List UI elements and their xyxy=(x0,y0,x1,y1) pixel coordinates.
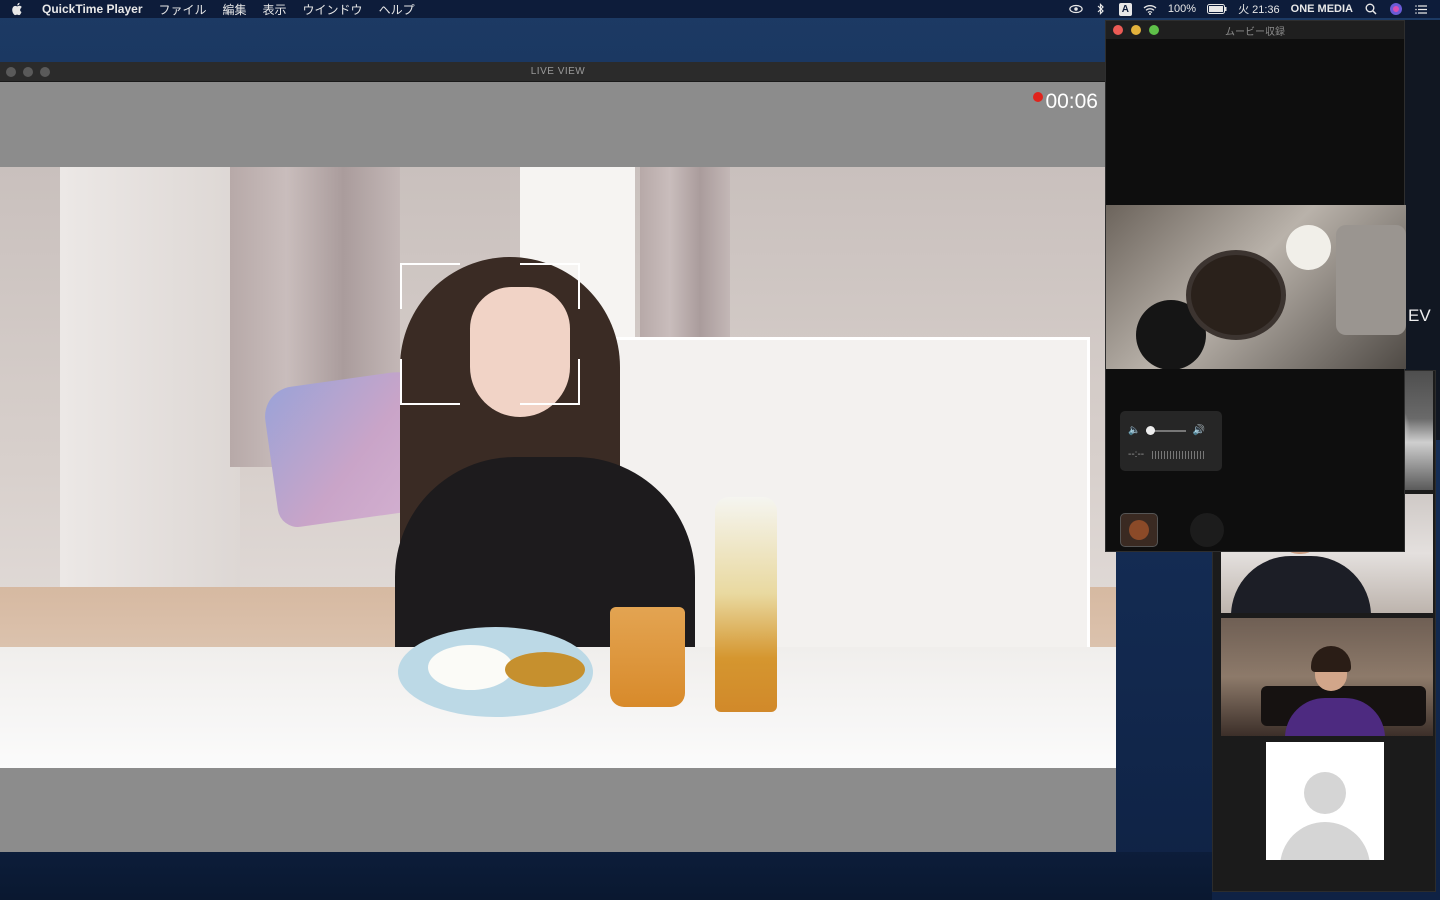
volume-low-icon: 🔈 xyxy=(1128,425,1141,436)
menu-edit[interactable]: 編集 xyxy=(223,1,247,18)
creative-cloud-icon[interactable] xyxy=(1069,2,1083,16)
status-area: A 100% 火 21:36 ONE MEDIA xyxy=(1069,0,1428,18)
apple-menu-icon[interactable] xyxy=(10,2,24,16)
video-wall xyxy=(60,167,240,587)
menu-window[interactable]: ウインドウ xyxy=(303,1,363,18)
input-method-icon[interactable]: A xyxy=(1118,2,1132,16)
wifi-icon[interactable] xyxy=(1143,2,1157,16)
ev-label: EV xyxy=(1408,306,1431,325)
video-glass xyxy=(610,607,685,707)
participant-tile[interactable] xyxy=(1221,618,1433,736)
siri-icon[interactable] xyxy=(1389,2,1403,16)
volume-high-icon: 🔊 xyxy=(1192,425,1205,436)
live-video-feed[interactable] xyxy=(0,167,1116,768)
video-rice xyxy=(428,645,513,690)
spotlight-search-icon[interactable] xyxy=(1364,2,1378,16)
movie-recording-window: ムービー収録 🔈 🔊 --:-- xyxy=(1105,20,1406,552)
participant-tile[interactable] xyxy=(1221,740,1433,860)
menu-help[interactable]: ヘルプ xyxy=(379,1,415,18)
menu-file[interactable]: ファイル xyxy=(159,1,207,18)
menu-view[interactable]: 表示 xyxy=(263,1,287,18)
menu-bar: QuickTime Player ファイル 編集 表示 ウインドウ ヘルプ A … xyxy=(0,0,1440,18)
face-focus-frame xyxy=(400,263,580,405)
movie-recording-title: ムービー収録 xyxy=(1225,26,1285,38)
bluetooth-icon[interactable] xyxy=(1094,2,1108,16)
recording-controls: 🔈 🔊 --:-- xyxy=(1120,411,1222,471)
record-button[interactable] xyxy=(1190,513,1224,547)
live-view-titlebar[interactable]: LIVE VIEW xyxy=(0,62,1116,82)
movie-recording-titlebar[interactable]: ムービー収録 xyxy=(1106,21,1404,39)
last-recording-thumbnail[interactable] xyxy=(1120,513,1158,547)
battery-icon[interactable] xyxy=(1207,2,1227,16)
live-view-window: LIVE VIEW 00:06 xyxy=(0,62,1116,852)
recording-time: 00:06 xyxy=(1045,90,1098,113)
user-name[interactable]: ONE MEDIA xyxy=(1291,3,1353,15)
record-dot-icon xyxy=(1033,92,1044,102)
notification-center-icon[interactable] xyxy=(1414,2,1428,16)
recording-duration: --:-- xyxy=(1128,449,1145,460)
default-avatar-icon xyxy=(1266,742,1384,860)
live-view-title: LIVE VIEW xyxy=(530,66,586,77)
volume-slider[interactable] xyxy=(1146,425,1187,435)
clock[interactable]: 火 21:36 xyxy=(1238,1,1280,17)
video-bottle xyxy=(715,497,777,712)
desktop-bottom xyxy=(0,852,1212,900)
video-curry xyxy=(505,652,585,687)
recording-indicator: 00:06 xyxy=(1033,90,1098,114)
app-name-menu[interactable]: QuickTime Player xyxy=(42,2,143,16)
battery-percent[interactable]: 100% xyxy=(1168,3,1196,15)
camera-preview xyxy=(1106,205,1406,369)
audio-level-meter xyxy=(1152,450,1207,459)
